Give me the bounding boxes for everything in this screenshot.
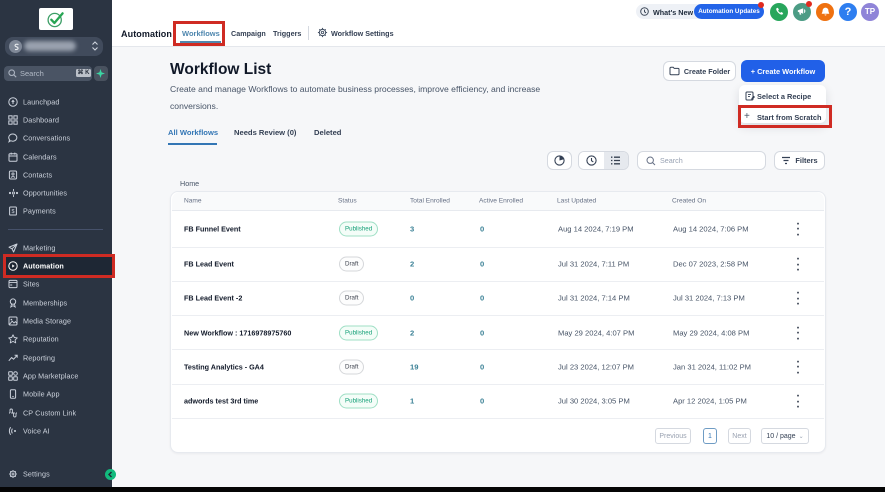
svg-text:$: $ — [11, 209, 14, 215]
